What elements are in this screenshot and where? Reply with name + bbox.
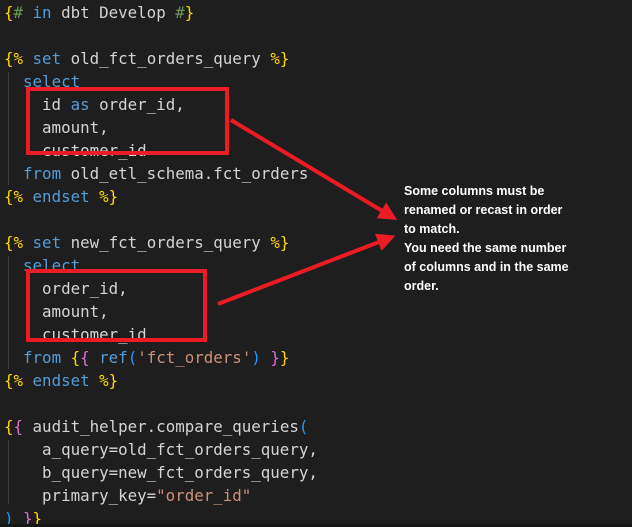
code-token: }	[270, 348, 280, 367]
code-token: %}	[99, 187, 118, 206]
code-token: from	[23, 164, 61, 183]
code-token: endset	[33, 187, 90, 206]
code-token: %}	[270, 49, 289, 68]
code-token: %}	[99, 371, 118, 390]
code-token	[90, 187, 100, 206]
code-token: {	[71, 348, 81, 367]
code-line[interactable]: a_query=old_fct_orders_query,	[4, 438, 318, 461]
code-token: old_fct_orders_query	[61, 49, 270, 68]
code-token: {%	[4, 233, 23, 252]
code-line[interactable]	[4, 392, 318, 415]
code-token	[90, 348, 100, 367]
code-line[interactable]	[4, 208, 318, 231]
code-token: {%	[4, 371, 23, 390]
code-editor[interactable]: {# in dbt Develop #}{% set old_fct_order…	[0, 0, 632, 527]
code-token	[4, 72, 23, 91]
annotation-box-old-columns	[26, 87, 229, 155]
code-token: endset	[33, 371, 90, 390]
code-token: {	[4, 3, 14, 22]
code-token: (	[299, 417, 309, 436]
code-line[interactable]: {% set old_fct_orders_query %}	[4, 47, 318, 70]
code-token: {	[4, 417, 14, 436]
code-token: #	[14, 3, 24, 22]
code-token	[4, 256, 23, 275]
code-line[interactable]: {# in dbt Develop #}	[4, 1, 318, 24]
code-token	[90, 371, 100, 390]
annotation-box-new-columns	[26, 269, 207, 342]
code-token: 'fct_orders'	[137, 348, 251, 367]
code-token	[23, 371, 33, 390]
code-line[interactable]: {% endset %}	[4, 185, 318, 208]
code-token	[261, 348, 271, 367]
code-token	[23, 233, 33, 252]
code-content[interactable]: {# in dbt Develop #}{% set old_fct_order…	[4, 1, 318, 527]
code-token: b_query=new_fct_orders_query,	[4, 463, 318, 482]
code-token	[61, 348, 71, 367]
annotation-note-line: renamed or recast in order	[404, 201, 614, 220]
code-line[interactable]: from old_etl_schema.fct_orders	[4, 162, 318, 185]
code-token: old_etl_schema.fct_orders	[61, 164, 308, 183]
code-line[interactable]: b_query=new_fct_orders_query,	[4, 461, 318, 484]
code-token: {%	[4, 187, 23, 206]
code-token: from	[23, 348, 61, 367]
code-token	[23, 187, 33, 206]
code-line[interactable]: primary_key="order_id"	[4, 484, 318, 507]
code-token: {	[80, 348, 90, 367]
annotation-note-line: to match.	[404, 220, 614, 239]
code-token: {	[14, 417, 24, 436]
annotation-note: Some columns must berenamed or recast in…	[404, 182, 614, 296]
code-token: %}	[270, 233, 289, 252]
code-token: in	[33, 3, 52, 22]
code-token	[4, 164, 23, 183]
code-token: new_fct_orders_query	[61, 233, 270, 252]
code-token: }	[280, 348, 290, 367]
code-line[interactable]: {{ audit_helper.compare_queries(	[4, 415, 318, 438]
code-line[interactable]: {% set new_fct_orders_query %}	[4, 231, 318, 254]
code-token	[4, 348, 23, 367]
code-token: "order_id"	[156, 486, 251, 505]
code-token: set	[33, 233, 62, 252]
code-token: audit_helper.compare_queries	[23, 417, 299, 436]
code-line[interactable]: from {{ ref('fct_orders') }}	[4, 346, 318, 369]
code-line[interactable]	[4, 24, 318, 47]
annotation-note-line: You need the same number	[404, 239, 614, 258]
code-token: )	[251, 348, 261, 367]
code-token: (	[128, 348, 138, 367]
annotation-note-line: of columns and in the same	[404, 258, 614, 277]
code-token: }	[185, 3, 195, 22]
code-token: #	[175, 3, 185, 22]
code-token	[23, 3, 33, 22]
code-token: dbt Develop	[52, 3, 176, 22]
annotation-note-line: Some columns must be	[404, 182, 614, 201]
code-token	[23, 49, 33, 68]
code-token: ref	[99, 348, 128, 367]
annotation-note-line: order.	[404, 277, 614, 296]
code-token: {%	[4, 49, 23, 68]
code-line[interactable]: {% endset %}	[4, 369, 318, 392]
code-token: a_query=old_fct_orders_query,	[4, 440, 318, 459]
code-token: primary_key=	[4, 486, 156, 505]
code-token: set	[33, 49, 62, 68]
